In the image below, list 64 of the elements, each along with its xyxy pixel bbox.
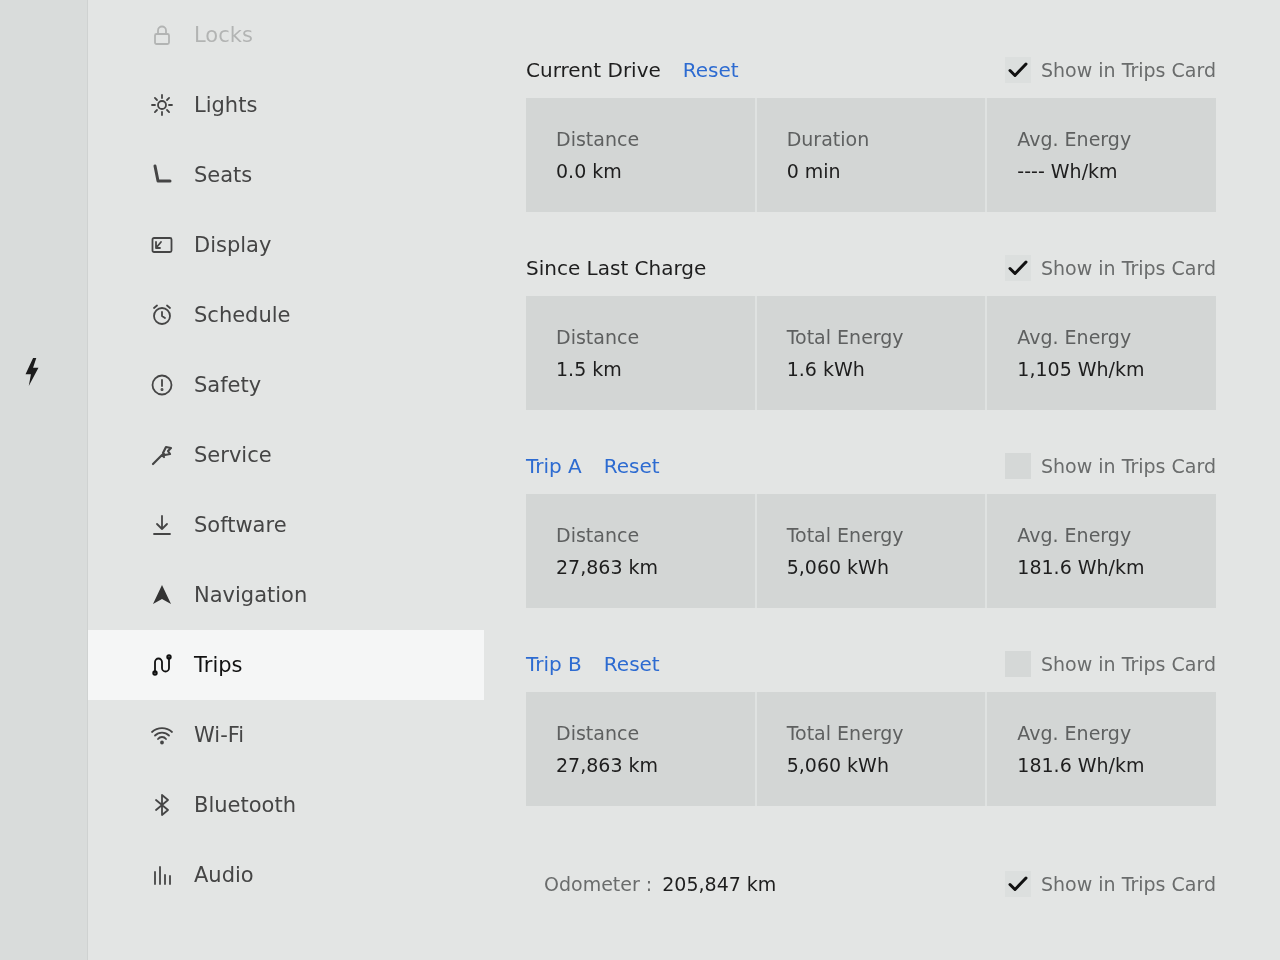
route-icon bbox=[150, 653, 174, 677]
checkbox-label[interactable]: Show in Trips Card bbox=[1040, 257, 1216, 279]
stat-label: Avg. Energy bbox=[1017, 128, 1133, 150]
exclamation-circle-icon bbox=[150, 373, 174, 397]
stat-value: ---- Wh/km bbox=[1017, 160, 1119, 182]
stat-value: 1.6 kWh bbox=[786, 358, 866, 380]
sidebar-item[interactable]: Service bbox=[88, 420, 484, 490]
sun-icon bbox=[150, 93, 174, 117]
stat-label: Distance bbox=[556, 326, 641, 348]
odometer-value: 205,847 km bbox=[662, 873, 777, 895]
section-title: Since Last Charge bbox=[526, 256, 707, 280]
lightning-bolt-icon bbox=[24, 358, 40, 386]
sidebar-item[interactable]: Audio bbox=[88, 840, 484, 910]
sidebar-item[interactable]: Lights bbox=[88, 70, 484, 140]
stat-value: 181.6 Wh/km bbox=[1017, 754, 1146, 776]
stat-label: Avg. Energy bbox=[1017, 524, 1133, 546]
stat-value: 0.0 km bbox=[556, 160, 623, 182]
checkbox[interactable] bbox=[1004, 255, 1031, 281]
stat-value: 181.6 Wh/km bbox=[1017, 556, 1146, 578]
stat-label: Distance bbox=[556, 722, 641, 744]
sidebar-item[interactable]: Safety bbox=[88, 350, 484, 420]
stat-label: Total Energy bbox=[786, 524, 905, 546]
stat-value: 5,060 kWh bbox=[786, 556, 890, 578]
checkbox-label[interactable]: Show in Trips Card bbox=[1040, 873, 1216, 895]
trip-name-link[interactable]: Trip A bbox=[526, 454, 582, 478]
stat-label: Distance bbox=[556, 524, 641, 546]
checkbox-label[interactable]: Show in Trips Card bbox=[1040, 653, 1216, 675]
sidebar-item[interactable]: Display bbox=[88, 210, 484, 280]
stat-label: Total Energy bbox=[786, 722, 905, 744]
navigation-arrow-icon bbox=[150, 583, 174, 607]
sidebar-item[interactable]: Trips bbox=[88, 630, 484, 700]
stat-value: 1.5 km bbox=[556, 358, 623, 380]
check-icon bbox=[1007, 62, 1028, 78]
stat-label: Avg. Energy bbox=[1017, 326, 1133, 348]
stat-label: Total Energy bbox=[786, 326, 905, 348]
section-title: Current Drive bbox=[526, 58, 661, 82]
sidebar-item[interactable]: Schedule bbox=[88, 280, 484, 350]
stat-value: 0 min bbox=[786, 160, 842, 182]
wrench-icon bbox=[150, 443, 174, 467]
stat-label: Duration bbox=[786, 128, 871, 150]
stat-value: 27,863 km bbox=[556, 556, 660, 578]
sidebar-item[interactable]: Software bbox=[88, 490, 484, 560]
check-icon bbox=[1007, 876, 1028, 892]
reset-link[interactable]: Reset bbox=[682, 58, 739, 82]
checkbox[interactable] bbox=[1004, 57, 1031, 83]
stat-value: 5,060 kWh bbox=[786, 754, 890, 776]
download-icon bbox=[150, 513, 174, 537]
alarm-clock-icon bbox=[150, 303, 174, 327]
stat-value: 27,863 km bbox=[556, 754, 660, 776]
checkbox-label[interactable]: Show in Trips Card bbox=[1040, 455, 1216, 477]
sidebar-item[interactable]: Wi-Fi bbox=[88, 700, 484, 770]
sidebar-item[interactable]: Navigation bbox=[88, 560, 484, 630]
check-icon bbox=[1007, 260, 1028, 276]
odometer-label: Odometer : bbox=[544, 873, 653, 895]
stat-value: 1,105 Wh/km bbox=[1017, 358, 1146, 380]
stat-label: Distance bbox=[556, 128, 641, 150]
checkbox[interactable] bbox=[1004, 871, 1031, 897]
sidebar-item[interactable]: Bluetooth bbox=[88, 770, 484, 840]
stat-label: Avg. Energy bbox=[1017, 722, 1133, 744]
sidebar-item[interactable]: Seats bbox=[88, 140, 484, 210]
reset-link[interactable]: Reset bbox=[603, 652, 660, 676]
trip-name-link[interactable]: Trip B bbox=[526, 652, 582, 676]
checkbox-label[interactable]: Show in Trips Card bbox=[1040, 59, 1216, 81]
reset-link[interactable]: Reset bbox=[603, 454, 660, 478]
